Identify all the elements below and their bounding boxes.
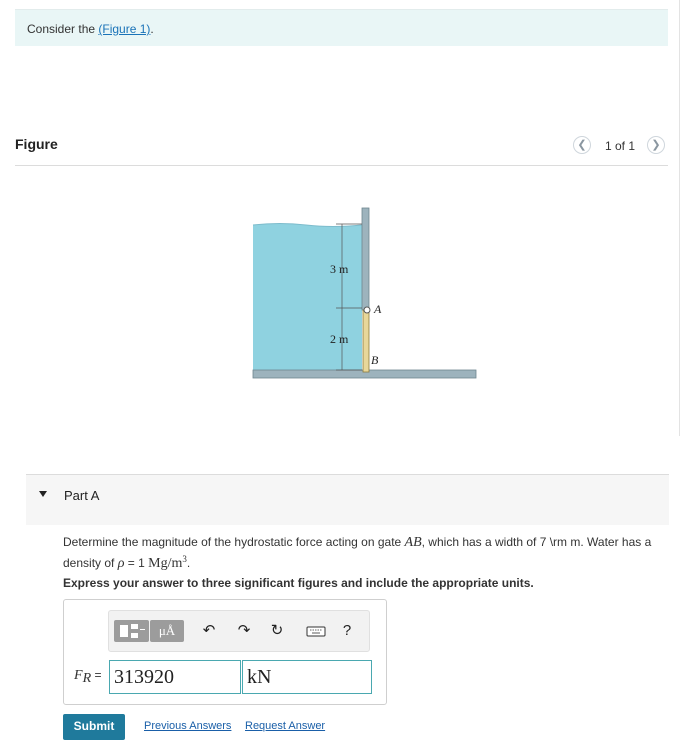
label-3m: 3 m (330, 262, 349, 276)
math-equals: = 1 (124, 556, 149, 570)
chevron-right-icon[interactable]: ❯ (647, 136, 665, 154)
figure-divider (15, 165, 668, 166)
question-period: . (186, 556, 191, 570)
request-answer-link[interactable]: Request Answer (245, 720, 325, 732)
intro-prefix: Consider the (27, 22, 99, 36)
chevron-left-icon[interactable]: ❮ (573, 136, 591, 154)
previous-answers-link[interactable]: Previous Answers (144, 720, 231, 732)
gate-diagram: 3 m 2 m A B (252, 207, 477, 379)
gate-AB (362, 309, 370, 373)
units-icon[interactable]: μÅ (150, 620, 184, 642)
redo-icon[interactable]: ↷ (234, 620, 254, 642)
answer-box: μÅ ↶ ↷ ↻ ? FR = 313920 kN (63, 599, 387, 705)
var-F: F (74, 668, 83, 683)
math-density-unit: Mg/m (148, 556, 183, 571)
math-AB: AB (404, 535, 422, 550)
part-label[interactable]: Part A (64, 488, 99, 503)
figure-link[interactable]: (Figure 1) (98, 22, 150, 36)
question-part-2: , which has a width of 7 \rm m. Water ha… (421, 535, 652, 549)
question-text: Determine the magnitude of the hydrostat… (63, 534, 663, 572)
reset-icon[interactable]: ↻ (267, 620, 287, 642)
unit-input[interactable]: kN (242, 660, 372, 694)
math-toolbar: μÅ ↶ ↷ ↻ ? (108, 610, 370, 652)
question-part-1: Determine the magnitude of the hydrostat… (63, 535, 405, 549)
hinge-A (363, 306, 371, 314)
caret-down-icon[interactable] (39, 491, 47, 497)
help-icon[interactable]: ? (340, 620, 354, 642)
intro-banner: Consider the (Figure 1). (15, 9, 668, 46)
value-input[interactable]: 313920 (109, 660, 241, 694)
pager-count: 1 of 1 (605, 139, 636, 153)
templates-icon[interactable] (114, 620, 149, 642)
right-border-line (679, 0, 680, 436)
undo-icon[interactable]: ↶ (199, 620, 219, 642)
answer-variable-label: FR = (74, 668, 101, 687)
label-A: A (373, 302, 382, 316)
figure-pager: ❮ 1 of 1 ❯ (573, 136, 668, 156)
intro-text: Consider the (Figure 1). (27, 22, 154, 36)
submit-button[interactable]: Submit (63, 714, 125, 740)
part-header[interactable] (26, 475, 669, 525)
var-equals: = (91, 668, 102, 682)
label-B: B (371, 353, 379, 367)
instruction-text: Express your answer to three significant… (63, 576, 534, 590)
var-R: R (82, 671, 92, 687)
figure-title: Figure (15, 136, 58, 152)
keyboard-icon[interactable] (305, 620, 327, 642)
intro-suffix: . (150, 22, 154, 36)
label-2m: 2 m (330, 332, 349, 346)
vertical-wall (361, 207, 370, 311)
question-part-3: density of (63, 556, 118, 570)
water-region (253, 223, 362, 372)
